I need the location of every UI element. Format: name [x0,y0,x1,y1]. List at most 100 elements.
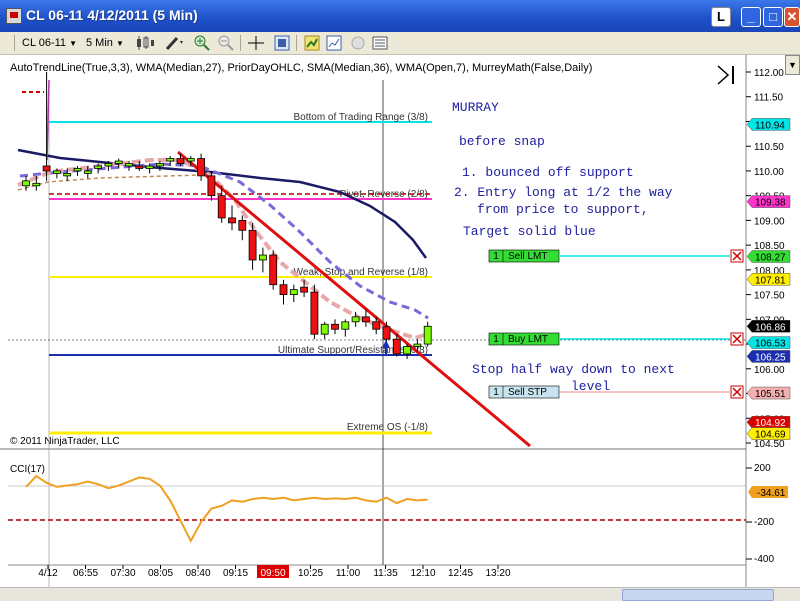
candle-body [186,158,195,162]
price-marker-value: 106.25 [755,352,786,363]
cancel-order-icon[interactable] [730,332,744,346]
price-tick-label: 110.00 [754,167,784,178]
order-qty: 1 [493,251,499,262]
annotation-line: 1. bounced off support [462,165,634,180]
link-button[interactable]: L [711,7,731,27]
candle-body [372,321,381,330]
candle-body [289,289,298,295]
price-marker-value: 104.69 [755,430,786,441]
time-tick-label: 09:50 [260,568,285,579]
candle-body [73,168,82,172]
data-box-icon[interactable] [350,35,366,51]
order-label: Sell LMT [508,251,547,262]
candle-body [94,165,102,169]
instrument-selector[interactable]: CL 06-11 ▼ [22,35,77,51]
candle-body [351,316,360,323]
candle-body [269,254,278,286]
price-tick-label: 109.00 [754,216,785,227]
candle-body [135,165,144,169]
candle-body [145,165,154,169]
window-title: CL 06-11 4/12/2011 (5 Min) [26,7,198,23]
candle [310,284,319,340]
price-tick-label: 106.00 [754,365,785,376]
candle-body [53,170,61,174]
chevron-down-icon: ▼ [115,39,124,48]
murrey-level-label: Weak, Stop and Reverse (1/8) [294,267,428,278]
chart-canvas[interactable]: AutoTrendLine(True,3,3), WMA(Median,27),… [0,55,800,587]
price-marker-value: 110.94 [755,120,785,131]
candle-body [258,254,267,261]
price-tick-label: 107.50 [754,291,785,302]
cancel-order-icon[interactable] [730,249,744,263]
price-tick-label: 104.50 [754,439,785,450]
zoom-in-icon[interactable] [194,35,210,51]
candle [269,250,278,290]
candle-body [392,338,401,355]
close-button[interactable]: ✕ [784,7,800,27]
candle-body [423,325,432,345]
price-marker-value: 106.86 [755,322,786,333]
scrollbar-thumb[interactable] [622,589,774,601]
price-marker: 104.92 [746,415,791,429]
minimize-button[interactable]: _ [741,7,761,27]
list-icon[interactable] [372,35,388,51]
time-tick-label: 11:35 [373,568,398,579]
maximize-button[interactable]: □ [763,7,783,27]
instrument-label: CL 06-11 [22,37,67,49]
properties-icon[interactable] [274,35,290,51]
candle-body [413,343,422,347]
candle-body [197,158,206,177]
candle-body [310,291,319,335]
order-qty: 1 [493,387,499,398]
time-tick-label: 4/12 [38,568,58,579]
price-tick-label: 110.50 [754,142,784,153]
chart-area[interactable]: AutoTrendLine(True,3,3), WMA(Median,27),… [0,55,800,587]
crosshair-icon[interactable] [246,35,266,51]
title-bar: CL 06-11 4/12/2011 (5 Min) L _ □ ✕ [0,0,800,32]
time-tick-label: 08:40 [185,568,210,579]
annotation-line: before snap [459,134,545,149]
price-marker: 110.94 [746,118,791,131]
price-marker-value: 105.51 [755,389,786,400]
candle-body [125,163,133,167]
candle-body [320,323,329,335]
zoom-out-icon[interactable] [218,35,234,51]
candle-body [382,326,391,340]
candle-body [300,286,309,293]
time-tick-label: 12:10 [410,568,435,579]
candle-body [279,284,288,295]
candle-body [63,173,72,177]
time-tick-label: 13:20 [485,568,510,579]
price-marker: 106.53 [746,336,791,350]
candle-body [403,346,412,355]
app-icon [6,8,22,24]
cci-label: CCI(17) [10,464,45,475]
time-tick-label: 06:55 [73,568,98,579]
strategy-icon[interactable] [304,35,320,51]
panel-menu-button[interactable]: ▼ [785,55,800,75]
candle-body [155,163,164,167]
candle-body [83,170,92,174]
price-marker: 107.81 [746,273,791,286]
candlestick-icon[interactable] [134,35,156,51]
candle-body [228,217,236,224]
candle-body [248,229,257,261]
cci-current-value: -34.61 [757,488,786,499]
pencil-icon[interactable] [164,35,186,51]
chart-trader-icon[interactable] [326,35,342,51]
horizontal-scrollbar[interactable] [0,587,800,601]
candle-body [341,321,350,330]
candle-body [166,158,175,162]
cancel-order-icon[interactable] [730,385,744,399]
price-marker: 106.25 [746,350,791,363]
price-marker: 109.38 [746,195,791,209]
annotation-line: Stop half way down to next [472,362,675,377]
time-tick-label: 08:05 [148,568,173,579]
toolbar-separator [296,35,297,51]
order-label: Sell STP [508,387,547,398]
candle-body [207,175,216,197]
chevron-down-icon: ▼ [69,39,78,48]
murrey-level-label: Bottom of Trading Range (3/8) [293,112,428,123]
interval-selector[interactable]: 5 Min ▼ [86,35,124,51]
candle-body [238,219,247,231]
